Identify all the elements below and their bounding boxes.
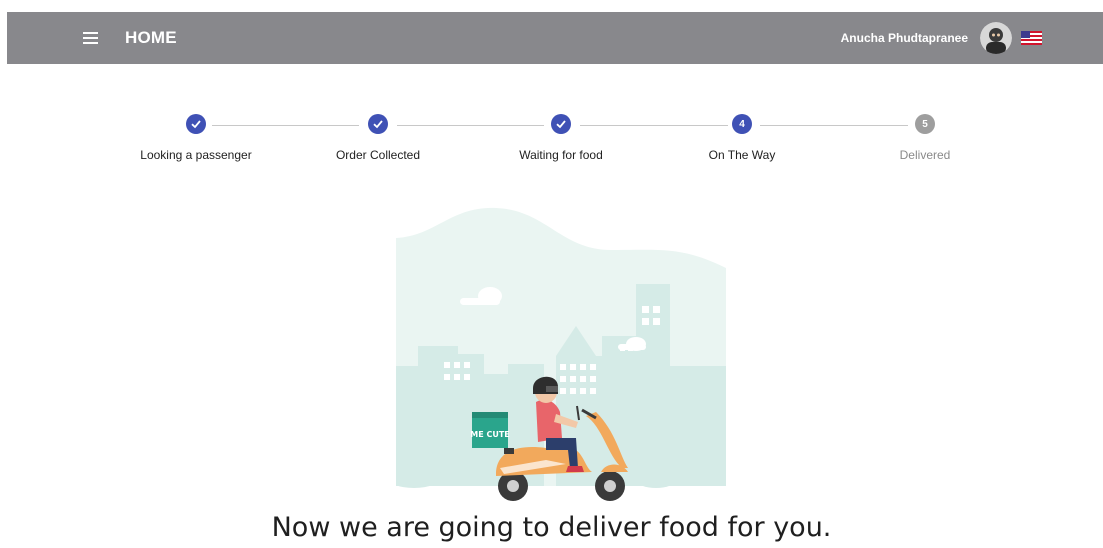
progress-stepper: Looking a passenger Order Collected Wait… (0, 114, 1103, 174)
delivery-message: Now we are going to deliver food for you… (271, 512, 832, 543)
step-looking-passenger: Looking a passenger (116, 114, 276, 162)
check-icon (186, 114, 206, 134)
page-title: HOME (125, 28, 177, 47)
step-label: Looking a passenger (140, 148, 252, 162)
check-icon (551, 114, 571, 134)
step-number: 4 (732, 114, 752, 134)
step-number: 5 (915, 114, 935, 134)
delivery-illustration: ME CUTE (386, 206, 728, 506)
step-label: Order Collected (335, 148, 421, 162)
step-order-collected: Order Collected (298, 114, 458, 162)
step-label: On The Way (708, 148, 776, 162)
step-delivered: 5 Delivered (845, 114, 1005, 162)
step-on-the-way: 4 On The Way (662, 114, 822, 162)
box-label: ME CUTE (470, 430, 510, 439)
app-bar: HOME Anucha Phudtapranee (7, 12, 1103, 64)
step-waiting-for-food: Waiting for food (481, 114, 641, 162)
menu-icon[interactable] (80, 27, 102, 49)
step-label: Delivered (899, 148, 951, 162)
step-label: Waiting for food (519, 148, 603, 162)
user-name: Anucha Phudtapranee (840, 31, 968, 45)
avatar[interactable] (980, 22, 1012, 54)
us-flag-icon[interactable] (1021, 31, 1042, 45)
check-icon (368, 114, 388, 134)
